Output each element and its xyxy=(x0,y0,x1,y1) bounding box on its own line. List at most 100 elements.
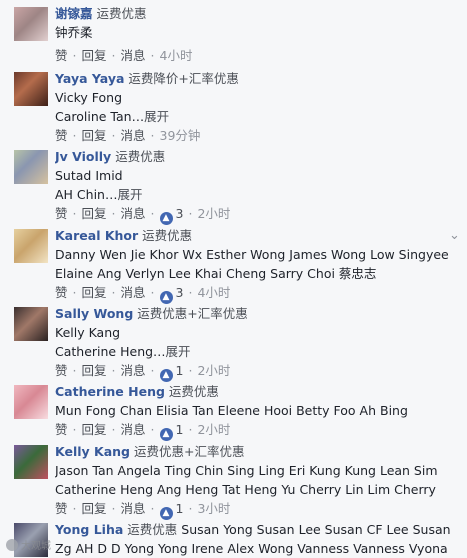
avatar[interactable] xyxy=(14,307,48,341)
comment-header: Sally Wong 运费优惠+汇率优惠 xyxy=(55,304,461,323)
truncated-names: AH Chin…展开 xyxy=(55,185,461,204)
comment-actions: 赞 · 回复 · 消息 · ▲ 1 · 2小时 xyxy=(55,363,231,382)
comment-text: 运费优惠+汇率优惠 xyxy=(133,444,245,459)
comment-header: 谢镓嘉 运费优惠 xyxy=(55,4,461,23)
message-action[interactable]: 消息 xyxy=(121,128,146,143)
watermark: 大观城 xyxy=(6,539,51,555)
reply-action[interactable]: 回复 xyxy=(82,363,107,378)
message-action[interactable]: 消息 xyxy=(121,422,146,437)
timestamp[interactable]: 39分钟 xyxy=(160,128,201,143)
tagged-names[interactable]: Elaine Ang Verlyn Lee Khai Cheng Sarry C… xyxy=(55,264,461,283)
author-name[interactable]: Sally Wong xyxy=(55,306,133,321)
watermark-logo-icon xyxy=(6,539,18,551)
timestamp[interactable]: 2小时 xyxy=(197,422,230,437)
message-action[interactable]: 消息 xyxy=(121,363,146,378)
tagged-names[interactable]: Sutad Imid xyxy=(55,166,461,185)
like-action[interactable]: 赞 xyxy=(55,285,68,300)
truncated-names: Caroline Tan…展开 xyxy=(55,107,461,126)
like-action[interactable]: 赞 xyxy=(55,128,68,143)
comment-text: 运费优惠 xyxy=(127,522,178,537)
reply-action[interactable]: 回复 xyxy=(82,422,107,437)
expand-link[interactable]: 展开 xyxy=(144,109,169,124)
tagged-names[interactable]: Zg AH D D Yong Yong Irene Alex Wong Vann… xyxy=(55,539,461,558)
comment: Yaya Yaya 运费降价+汇率优惠 Vicky Fong Caroline … xyxy=(0,69,467,147)
comment: Jv Violly 运费优惠 Sutad Imid AH Chin…展开 赞 · 回… xyxy=(0,147,467,225)
reply-action[interactable]: 回复 xyxy=(82,128,107,143)
tagged-names[interactable]: Mun Fong Chan Elisia Tan Eleene Hooi Bet… xyxy=(55,401,461,420)
like-action[interactable]: 赞 xyxy=(55,422,68,437)
author-name[interactable]: Catherine Heng xyxy=(55,384,165,399)
comment-header: Kareal Khor 运费优惠 xyxy=(55,226,461,245)
tagged-names[interactable]: Susan Yong Susan Lee Susan CF Lee Susan xyxy=(181,522,450,537)
comment: ⌄ Kareal Khor 运费优惠 Danny Wen Jie Khor Wx… xyxy=(0,226,467,304)
comment-text: 运费优惠 xyxy=(115,149,166,164)
comment-text: 运费优惠 xyxy=(96,6,147,21)
message-action[interactable]: 消息 xyxy=(121,285,146,300)
avatar[interactable] xyxy=(14,72,48,106)
comment-header: Yong Liha 运费优惠 Susan Yong Susan Lee Susa… xyxy=(55,520,461,539)
comment-actions: 赞 · 回复 · 消息 · ▲ 3 · 4小时 xyxy=(55,285,231,304)
truncated-names: Catherine Heng…展开 xyxy=(55,342,461,361)
like-action[interactable]: 赞 xyxy=(55,501,68,516)
author-name[interactable]: Jv Violly xyxy=(55,149,111,164)
message-action[interactable]: 消息 xyxy=(121,501,146,516)
expand-link[interactable]: 展开 xyxy=(117,187,142,202)
truncated-text: AH Chin… xyxy=(55,187,118,202)
comment: Yong Liha 运费优惠 Susan Yong Susan Lee Susa… xyxy=(0,520,467,558)
message-action[interactable]: 消息 xyxy=(121,206,146,221)
comment-actions: 赞 · 回复 · 消息 · 4小时 xyxy=(55,48,193,63)
author-name[interactable]: 谢镓嘉 xyxy=(55,6,93,21)
tagged-names[interactable]: Kelly Kang xyxy=(55,323,461,342)
reply-action[interactable]: 回复 xyxy=(82,48,107,63)
reply-action[interactable]: 回复 xyxy=(82,501,107,516)
comment-header: Yaya Yaya 运费降价+汇率优惠 xyxy=(55,69,461,88)
comment-header: Jv Violly 运费优惠 xyxy=(55,147,461,166)
timestamp[interactable]: 4小时 xyxy=(160,48,193,63)
thumbs-up-icon: ▲ xyxy=(159,428,173,441)
comment-actions: 赞 · 回复 · 消息 · ▲ 3 · 2小时 xyxy=(55,206,231,225)
comment-header: Kelly Kang 运费优惠+汇率优惠 xyxy=(55,442,461,461)
comment-text: 运费降价+汇率优惠 xyxy=(128,71,239,86)
timestamp[interactable]: 2小时 xyxy=(197,363,230,378)
tagged-names[interactable]: Vicky Fong xyxy=(55,88,461,107)
avatar[interactable] xyxy=(14,445,48,479)
author-name[interactable]: Kareal Khor xyxy=(55,228,138,243)
thumbs-up-icon: ▲ xyxy=(159,291,173,304)
like-action[interactable]: 赞 xyxy=(55,206,68,221)
reply-action[interactable]: 回复 xyxy=(82,285,107,300)
comment: 谢镓嘉 运费优惠 钟乔柔 赞 · 回复 · 消息 · 4小时 xyxy=(0,4,467,66)
timestamp[interactable]: 3小时 xyxy=(197,501,230,516)
timestamp[interactable]: 2小时 xyxy=(197,206,230,221)
reply-action[interactable]: 回复 xyxy=(82,206,107,221)
avatar[interactable] xyxy=(14,7,48,41)
comment-actions: 赞 · 回复 · 消息 · ▲ 1 · 3小时 xyxy=(55,501,231,520)
like-action[interactable]: 赞 xyxy=(55,48,68,63)
comment: Kelly Kang 运费优惠+汇率优惠 Jason Tan Angela Ti… xyxy=(0,442,467,520)
comment-text: 运费优惠 xyxy=(168,384,219,399)
comment-actions: 赞 · 回复 · 消息 · 39分钟 xyxy=(55,128,201,143)
thumbs-up-icon: ▲ xyxy=(159,369,173,382)
comment: Sally Wong 运费优惠+汇率优惠 Kelly Kang Catherin… xyxy=(0,304,467,382)
timestamp[interactable]: 4小时 xyxy=(197,285,230,300)
tagged-names[interactable]: 钟乔柔 xyxy=(55,23,461,42)
comment-text: 运费优惠+汇率优惠 xyxy=(137,306,248,321)
thumbs-up-icon: ▲ xyxy=(159,212,173,225)
tagged-names[interactable]: Catherine Heng Ang Heng Tat Heng Yu Cher… xyxy=(55,480,461,499)
comment-actions: 赞 · 回复 · 消息 · ▲ 1 · 2小时 xyxy=(55,422,231,441)
tagged-names[interactable]: Danny Wen Jie Khor Wx Esther Wong James … xyxy=(55,245,461,264)
like-action[interactable]: 赞 xyxy=(55,363,68,378)
avatar[interactable] xyxy=(14,229,48,263)
truncated-text: Catherine Heng… xyxy=(55,344,166,359)
avatar[interactable] xyxy=(14,385,48,419)
author-name[interactable]: Yaya Yaya xyxy=(55,71,124,86)
expand-link[interactable]: 展开 xyxy=(166,344,191,359)
author-name[interactable]: Kelly Kang xyxy=(55,444,130,459)
comment: Catherine Heng 运费优惠 Mun Fong Chan Elisia… xyxy=(0,382,467,442)
tagged-names[interactable]: Jason Tan Angela Ting Chin Sing Ling Eri… xyxy=(55,461,461,480)
watermark-text: 大观城 xyxy=(21,541,51,552)
message-action[interactable]: 消息 xyxy=(121,48,146,63)
author-name[interactable]: Yong Liha xyxy=(55,522,123,537)
avatar[interactable] xyxy=(14,150,48,184)
comment-header: Catherine Heng 运费优惠 xyxy=(55,382,461,401)
truncated-text: Caroline Tan… xyxy=(55,109,145,124)
